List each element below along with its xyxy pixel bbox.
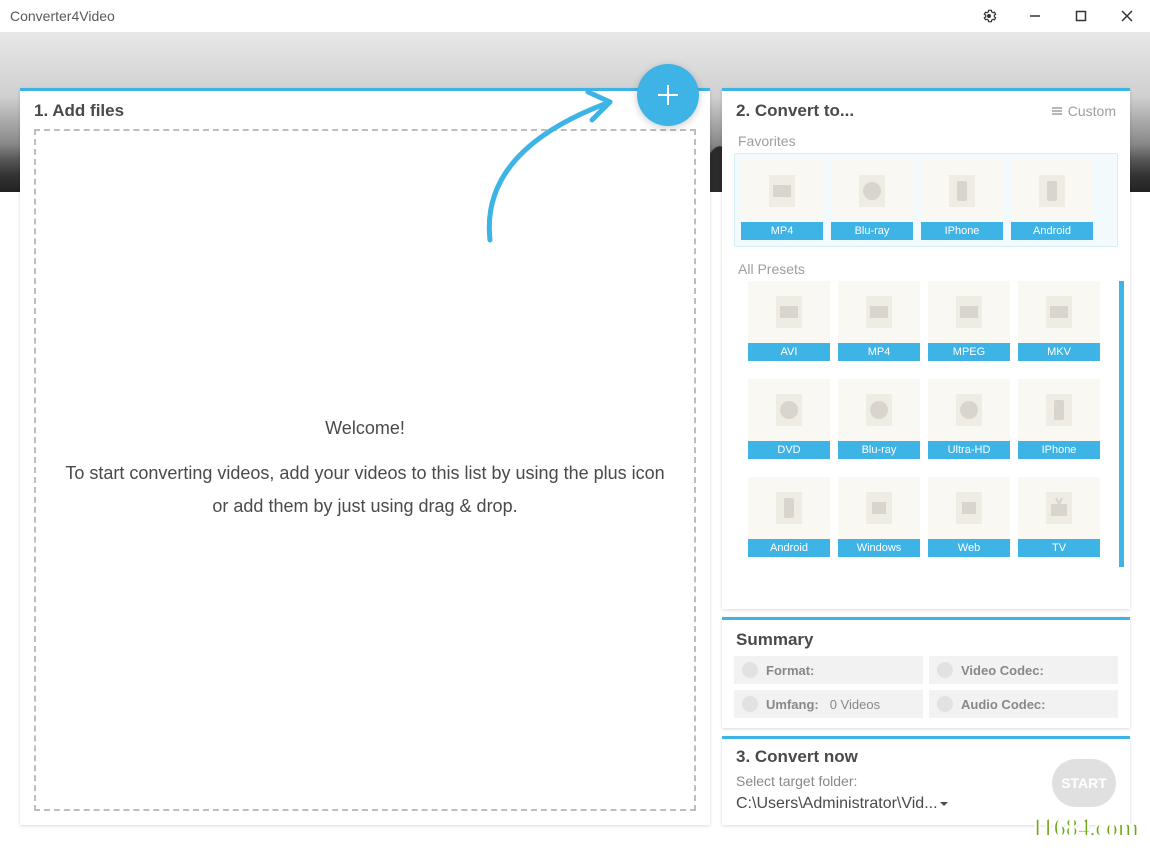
preset-iphone[interactable]: IPhone [921, 160, 1003, 240]
summary-umfang: Umfang:0 Videos [734, 690, 923, 718]
convert-now-panel: 3. Convert now Select target folder: C:\… [722, 736, 1130, 825]
welcome-text: Welcome! [325, 418, 405, 439]
preset-avi[interactable]: AVI [748, 281, 830, 361]
scrollbar[interactable] [1119, 281, 1124, 567]
preset-row: AVI MP4 MPEG MKV [748, 281, 1110, 361]
chevron-down-icon [938, 798, 950, 810]
tip-text: To start converting videos, add your vid… [56, 457, 674, 522]
convert-to-panel: 2. Convert to... Custom Favorites MP4 Bl… [722, 88, 1130, 609]
summary-format: Format: [734, 656, 923, 684]
step3-title: 3. Convert now [736, 747, 1042, 767]
preset-mp4-2[interactable]: MP4 [838, 281, 920, 361]
app-title: Converter4Video [10, 8, 115, 24]
watermark: 11684.com [1031, 813, 1138, 843]
start-label: START [1061, 775, 1107, 791]
all-presets-label: All Presets [722, 255, 1130, 281]
favorites-label: Favorites [722, 127, 1130, 153]
preset-mkv[interactable]: MKV [1018, 281, 1100, 361]
titlebar: Converter4Video [0, 0, 1150, 32]
preset-android[interactable]: Android [1011, 160, 1093, 240]
preset-android-2[interactable]: Android [748, 477, 830, 557]
summary-audio-codec: Audio Codec: [929, 690, 1118, 718]
summary-panel: Summary Format: Video Codec: Umfang:0 Vi… [722, 617, 1130, 728]
custom-button[interactable]: Custom [1050, 103, 1116, 119]
preset-tv[interactable]: TV [1018, 477, 1100, 557]
preset-row: DVD Blu-ray Ultra-HD IPhone [748, 379, 1110, 459]
custom-label: Custom [1068, 103, 1116, 119]
minimize-button[interactable] [1012, 0, 1058, 32]
target-folder-dropdown[interactable]: C:\Users\Administrator\Vid... [736, 795, 1042, 813]
menu-icon [1050, 104, 1064, 118]
maximize-button[interactable] [1058, 0, 1104, 32]
preset-bluray[interactable]: Blu-ray [831, 160, 913, 240]
preset-bluray-2[interactable]: Blu-ray [838, 379, 920, 459]
summary-video-codec: Video Codec: [929, 656, 1118, 684]
close-button[interactable] [1104, 0, 1150, 32]
target-folder-path: C:\Users\Administrator\Vid... [736, 795, 938, 813]
target-folder-label: Select target folder: [736, 773, 1042, 789]
favorites-group: MP4 Blu-ray IPhone Android [734, 153, 1118, 247]
add-files-button[interactable] [637, 64, 699, 126]
all-presets-scroll[interactable]: AVI MP4 MPEG MKV DVD Blu-ray Ultra-HD IP… [736, 281, 1126, 563]
preset-row: Android Windows Web TV [748, 477, 1110, 557]
preset-web[interactable]: Web [928, 477, 1010, 557]
preset-dvd[interactable]: DVD [748, 379, 830, 459]
preset-ultrahd[interactable]: Ultra-HD [928, 379, 1010, 459]
settings-gear-icon[interactable] [966, 0, 1012, 32]
summary-title: Summary [722, 620, 1130, 656]
start-button[interactable]: START [1052, 759, 1116, 807]
step2-title: 2. Convert to... [736, 101, 854, 121]
preset-windows[interactable]: Windows [838, 477, 920, 557]
preset-iphone-2[interactable]: IPhone [1018, 379, 1100, 459]
preset-mp4[interactable]: MP4 [741, 160, 823, 240]
preset-mpeg[interactable]: MPEG [928, 281, 1010, 361]
arrow-hint-icon [470, 80, 650, 250]
